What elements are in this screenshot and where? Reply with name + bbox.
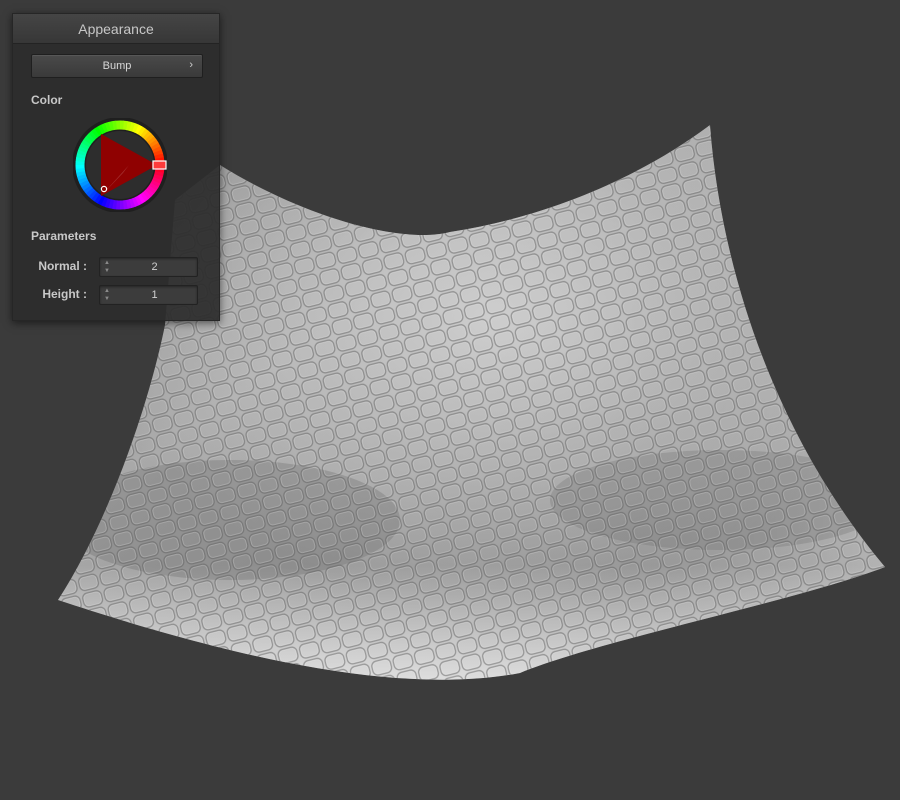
height-label: Height : xyxy=(42,287,87,301)
panel-title: Appearance xyxy=(13,14,219,44)
spin-arrows-icon[interactable]: ▲ ▼ xyxy=(103,287,111,303)
appearance-panel: Appearance Bump › Color Parameters Norma… xyxy=(12,13,220,321)
hue-selector[interactable] xyxy=(152,160,167,170)
color-section-label: Color xyxy=(31,93,63,107)
spin-arrows-icon[interactable]: ▲ ▼ xyxy=(103,259,111,275)
parameters-section-label: Parameters xyxy=(31,229,97,243)
mode-dropdown-value: Bump xyxy=(102,60,132,72)
mode-dropdown[interactable]: Bump › xyxy=(31,54,203,78)
height-spinbox[interactable]: ▲ ▼ 1 xyxy=(99,285,198,305)
normal-label: Normal : xyxy=(38,259,87,273)
color-wheel-picker[interactable] xyxy=(73,118,167,212)
normal-spinbox[interactable]: ▲ ▼ 2 xyxy=(99,257,198,277)
normal-value[interactable]: 2 xyxy=(112,258,197,276)
chevron-right-icon: › xyxy=(189,59,193,71)
height-value[interactable]: 1 xyxy=(112,286,197,304)
